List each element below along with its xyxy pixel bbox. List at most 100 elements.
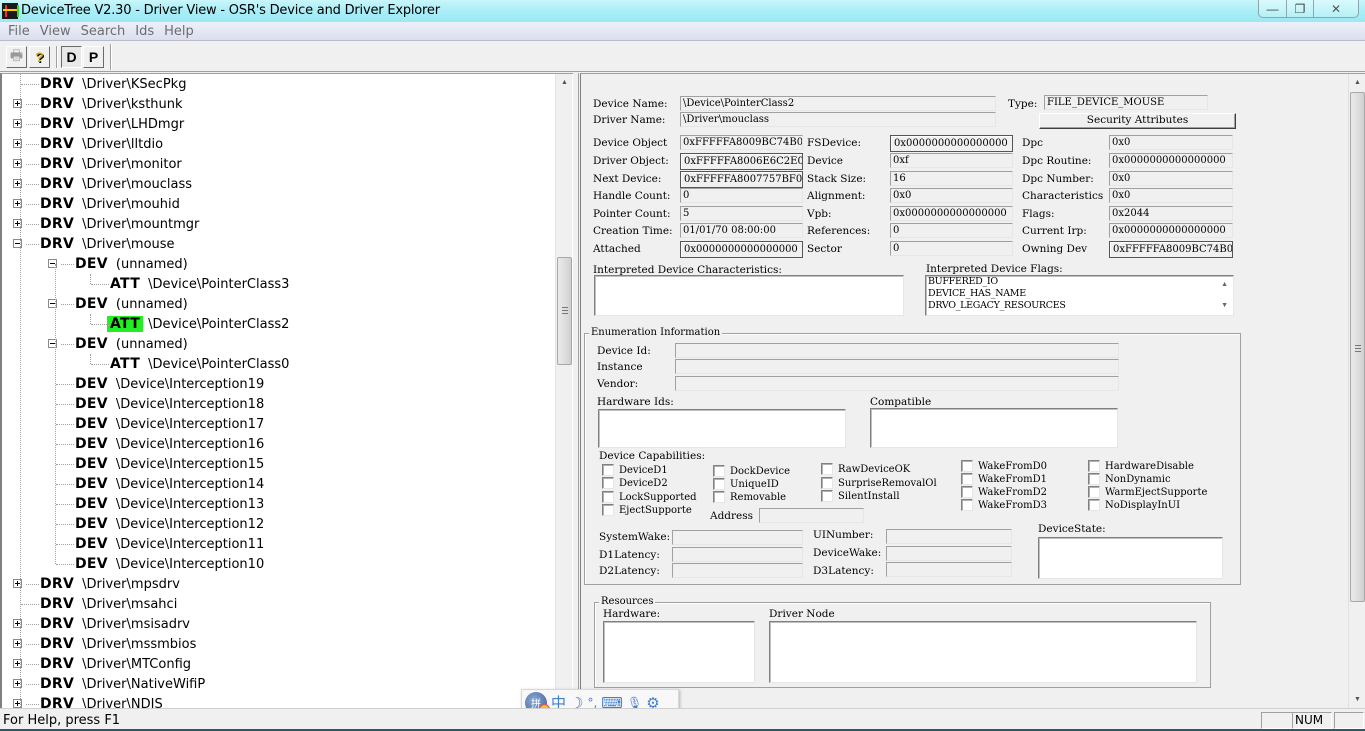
checkbox-unchecked-icon[interactable] <box>961 486 973 498</box>
tree-scroll-thumb[interactable] <box>557 257 572 365</box>
menu-file[interactable]: File <box>3 24 35 39</box>
field-value[interactable]: 0x0000000000000000 <box>1109 223 1233 238</box>
device-wake-field[interactable] <box>886 546 1012 561</box>
menu-view[interactable]: View <box>35 24 76 39</box>
capability-checkbox[interactable]: SurpriseRemovalOl <box>821 477 937 489</box>
field-value[interactable]: 0x2044 <box>1109 206 1233 221</box>
tree-node[interactable]: DRV \Driver\ksthunk <box>40 94 183 114</box>
tree-node[interactable]: DRV \Driver\mpsdrv <box>40 574 180 594</box>
close-button[interactable]: ✕ <box>1313 0 1358 17</box>
device-tree[interactable]: DRV \Driver\KSecPkg DRV \Driver\ksthunk DRV \… <box>0 73 573 708</box>
field-value[interactable]: 0x0 <box>890 188 1013 203</box>
field-value[interactable]: 0x0 <box>1109 135 1233 150</box>
tree-node[interactable]: DEV (unnamed) <box>75 254 188 274</box>
tree-node[interactable]: DRV \Driver\LHDmgr <box>40 114 184 134</box>
tree-node[interactable]: DRV \Driver\mouse <box>40 234 175 254</box>
device-state-box[interactable] <box>1038 537 1223 579</box>
details-scrollbar[interactable]: ▲ ▼ <box>1348 74 1365 708</box>
capability-checkbox[interactable]: NonDynamic <box>1088 473 1171 485</box>
tree-node[interactable]: DEV (unnamed) <box>75 294 188 314</box>
tree-node[interactable]: DRV \Driver\mountmgr <box>40 214 199 234</box>
checkbox-unchecked-icon[interactable] <box>961 460 973 472</box>
scroll-down-arrow-icon[interactable]: ▼ <box>1349 691 1365 708</box>
tree-node[interactable]: ATT \Device\PointerClass0 <box>110 354 289 374</box>
details-scroll-thumb[interactable] <box>1350 92 1365 602</box>
field-value[interactable]: 0x0000000000000000 <box>890 206 1013 221</box>
checkbox-unchecked-icon[interactable] <box>961 473 973 485</box>
pane-splitter[interactable] <box>573 73 579 708</box>
field-value[interactable]: 0xFFFFFA8006E6C2E0 <box>680 153 803 170</box>
menu-ids[interactable]: Ids <box>130 24 159 39</box>
checkbox-unchecked-icon[interactable] <box>821 463 833 475</box>
tree-node[interactable]: DEV \Device\Interception12 <box>75 514 264 534</box>
tree-node[interactable]: DEV \Device\Interception18 <box>75 394 264 414</box>
checkbox-unchecked-icon[interactable] <box>713 465 725 477</box>
d1-latency-field[interactable] <box>672 547 803 562</box>
minimize-button[interactable]: — <box>1259 0 1286 17</box>
tree-node[interactable]: DRV \Driver\mouclass <box>40 174 192 194</box>
capability-checkbox[interactable]: UniqueID <box>713 478 779 490</box>
capability-checkbox[interactable]: DockDevice <box>713 465 790 477</box>
checkbox-unchecked-icon[interactable] <box>821 477 833 489</box>
app-icon[interactable] <box>2 3 19 19</box>
field-value[interactable]: 0 <box>680 188 803 203</box>
capability-checkbox[interactable]: LockSupported <box>602 491 697 503</box>
menu-search[interactable]: Search <box>76 24 131 39</box>
tree-node[interactable]: DEV \Device\Interception10 <box>75 554 264 574</box>
field-value[interactable]: 01/01/70 08:00:00 <box>680 223 803 238</box>
list-scroll-up-icon[interactable]: ▲ <box>1221 281 1228 288</box>
checkbox-unchecked-icon[interactable] <box>602 477 614 489</box>
tree-node[interactable]: DEV \Device\Interception16 <box>75 434 264 454</box>
d3-latency-field[interactable] <box>886 562 1012 577</box>
checkbox-unchecked-icon[interactable] <box>602 464 614 476</box>
tree-node[interactable]: DRV \Driver\monitor <box>40 154 182 174</box>
system-wake-field[interactable] <box>672 530 803 545</box>
restore-button[interactable]: ❐ <box>1286 0 1313 17</box>
d2-latency-field[interactable] <box>672 563 803 578</box>
checkbox-unchecked-icon[interactable] <box>1088 473 1100 485</box>
tree-node[interactable]: DRV \Driver\MTConfig <box>40 654 191 674</box>
field-value[interactable]: 0 <box>890 241 1013 256</box>
type-field[interactable]: FILE_DEVICE_MOUSE <box>1044 95 1208 110</box>
field-value[interactable]: 0xFFFFFA8007757BF0 <box>680 171 803 188</box>
scroll-up-arrow-icon[interactable]: ▲ <box>1349 74 1365 91</box>
capability-checkbox[interactable]: EjectSupporte <box>602 504 692 516</box>
hardware-ids-list[interactable] <box>598 409 846 448</box>
tree-node[interactable]: DRV \Driver\mssmbios <box>40 634 196 654</box>
field-value[interactable]: 0xFFFFFA8009BC74B0 <box>1109 241 1233 258</box>
tree-node[interactable]: DRV \Driver\mouhid <box>40 194 180 214</box>
ui-number-field[interactable] <box>886 529 1012 544</box>
field-value[interactable]: 0x0 <box>1109 188 1233 203</box>
field-value[interactable]: 5 <box>680 206 803 221</box>
capability-checkbox[interactable]: WakeFromD2 <box>961 486 1047 498</box>
tree-node[interactable]: DEV \Device\Interception11 <box>75 534 264 554</box>
capability-checkbox[interactable]: SilentInstall <box>821 490 900 502</box>
checkbox-unchecked-icon[interactable] <box>821 490 833 502</box>
field-value[interactable]: 16 <box>890 171 1013 186</box>
field-value[interactable]: 0x0 <box>1109 171 1233 186</box>
interpreted-characteristics-list[interactable] <box>594 275 904 316</box>
capability-checkbox[interactable]: DeviceD2 <box>602 477 668 489</box>
capability-checkbox[interactable]: RawDeviceOK <box>821 463 910 475</box>
menu-help[interactable]: Help <box>159 24 199 39</box>
tree-node[interactable]: ATT \Device\PointerClass3 <box>110 274 289 294</box>
tree-node[interactable]: DEV \Device\Interception14 <box>75 474 264 494</box>
help-button[interactable]: ? <box>29 46 50 68</box>
field-value[interactable]: 0xf <box>890 153 1013 168</box>
field-value[interactable]: 0x0000000000000000 <box>1109 153 1233 168</box>
capability-checkbox[interactable]: NoDisplayInUI <box>1088 499 1180 511</box>
address-field[interactable] <box>759 508 864 523</box>
tree-node[interactable]: DEV \Device\Interception19 <box>75 374 264 394</box>
driver-name-field[interactable]: \Driver\mouclass <box>680 112 996 127</box>
checkbox-unchecked-icon[interactable] <box>602 491 614 503</box>
list-scroll-down-icon[interactable]: ▼ <box>1221 302 1228 309</box>
print-button[interactable]: 🖶 <box>6 46 27 68</box>
checkbox-unchecked-icon[interactable] <box>713 478 725 490</box>
checkbox-unchecked-icon[interactable] <box>1088 460 1100 472</box>
checkbox-unchecked-icon[interactable] <box>961 499 973 511</box>
interpreted-flags-list[interactable]: BUFFERED_IO DEVICE_HAS_NAME DRVO_LEGACY_… <box>925 275 1234 316</box>
scroll-up-arrow-icon[interactable]: ▲ <box>556 74 573 91</box>
driver-node-list[interactable] <box>769 621 1197 683</box>
tree-node[interactable]: ATT \Device\PointerClass2 <box>107 314 289 334</box>
instance-field[interactable] <box>675 359 1119 374</box>
